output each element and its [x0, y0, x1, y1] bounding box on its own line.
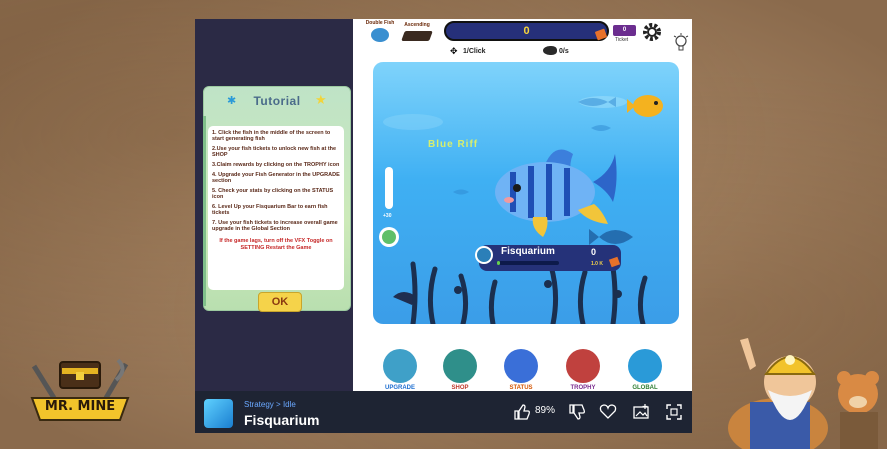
nav-global[interactable]: GLOBAL	[623, 349, 667, 391]
mrmine-logo: MR. MINE	[30, 358, 130, 430]
nav-status[interactable]: STATUS	[499, 349, 543, 391]
add-image-icon[interactable]	[632, 403, 650, 421]
breadcrumb-subcategory[interactable]: Idle	[283, 400, 296, 409]
nav-shop[interactable]: SHOP	[438, 349, 482, 391]
aquarium-scene	[379, 95, 663, 324]
fisquarium-count: 0	[591, 247, 597, 257]
game-frame[interactable]: ✱ ★ Tutorial 1. Click the fish in the mi…	[195, 19, 692, 391]
tutorial-step: 7. Use your fish tickets to increase ove…	[212, 220, 338, 232]
fish-silhouette-icon	[543, 46, 557, 55]
breadcrumb-category[interactable]: Strategy	[244, 400, 274, 409]
submarine-icon	[401, 31, 433, 41]
tutorial-divider	[203, 116, 206, 306]
game-info-bar: Strategy > Idle Fisquarium 89%	[195, 391, 692, 433]
double-fish-label: Double Fish	[365, 20, 395, 26]
nav-upgrade[interactable]: UPGRADE	[378, 349, 422, 391]
cursor-icon: ✥	[450, 46, 458, 56]
ascending-button[interactable]: Ascending	[400, 23, 434, 41]
nav-trophy[interactable]: TROPHY	[561, 349, 605, 391]
ticket-counter: 0	[613, 25, 636, 36]
tutorial-panel: ✱ ★ Tutorial 1. Click the fish in the mi…	[203, 86, 351, 312]
mrmine-logo-text: MR. MINE	[44, 399, 116, 414]
settings-gear-icon[interactable]	[641, 21, 663, 43]
status-icon	[504, 349, 538, 383]
breadcrumb-separator: >	[276, 400, 281, 409]
level-progress-bar	[497, 261, 559, 265]
upgrade-icon	[383, 349, 417, 383]
trophy-icon	[566, 349, 600, 383]
ok-button[interactable]: OK	[258, 292, 302, 312]
ascending-label: Ascending	[404, 22, 430, 28]
ticket-icon	[608, 256, 621, 268]
globe-icon	[628, 349, 662, 383]
game-thumbnail[interactable]	[204, 399, 233, 428]
miner-mascot-image	[720, 332, 887, 449]
thumbs-up-icon[interactable]	[513, 403, 531, 421]
game-title: Fisquarium	[244, 412, 320, 428]
rating-percent: 89%	[535, 405, 556, 416]
tutorial-step: 3.Claim rewards by clicking on the TROPH…	[212, 162, 340, 168]
blue-riff-fish	[495, 149, 617, 237]
lightbulb-icon[interactable]	[673, 33, 689, 53]
fish-counter: 0	[444, 21, 609, 41]
vfx-note: If the game lags, turn off the VFX Toggl…	[219, 238, 333, 251]
tutorial-body: 1. Click the fish in the middle of the s…	[208, 126, 344, 290]
breadcrumb: Strategy > Idle	[244, 400, 296, 409]
fish-name: Blue Riff	[428, 139, 479, 150]
tutorial-title: Tutorial	[253, 94, 301, 108]
tutorial-step: 1. Click the fish in the middle of the s…	[212, 130, 331, 142]
aquarium-tank[interactable]: Blue Riff +30 Fisquarium 0 1.0 K	[373, 62, 679, 324]
fisquarium-icon	[475, 246, 493, 264]
fish-counter-value: 0	[523, 25, 530, 37]
tutorial-step: 2.Use your fish tickets to unlock new fi…	[212, 146, 337, 158]
thumbs-down-icon[interactable]	[568, 403, 586, 421]
double-fish-button[interactable]: Double Fish	[365, 21, 395, 42]
per-second-stat: 0/s	[559, 48, 569, 55]
fish-icon	[371, 28, 389, 42]
fisquarium-title: Fisquarium	[501, 246, 555, 257]
level-cost: 1.0 K	[591, 261, 603, 267]
heart-icon[interactable]	[599, 403, 617, 421]
side-badge: +30	[383, 213, 392, 219]
level-progress-fill	[497, 261, 501, 265]
tutorial-step: 6. Level Up your Fisquarium Bar to earn …	[212, 204, 328, 216]
fisquarium-info-panel: Fisquarium 0 1.0 K	[475, 245, 621, 271]
tutorial-step: 4. Upgrade your Fish Generator in the UP…	[212, 172, 340, 184]
per-click-stat: 1/Click	[463, 48, 486, 55]
tutorial-step: 5. Check your stats by clicking on the S…	[212, 188, 334, 200]
shop-icon	[443, 349, 477, 383]
fullscreen-icon[interactable]	[665, 403, 683, 421]
ticket-label: Ticket	[615, 37, 629, 43]
